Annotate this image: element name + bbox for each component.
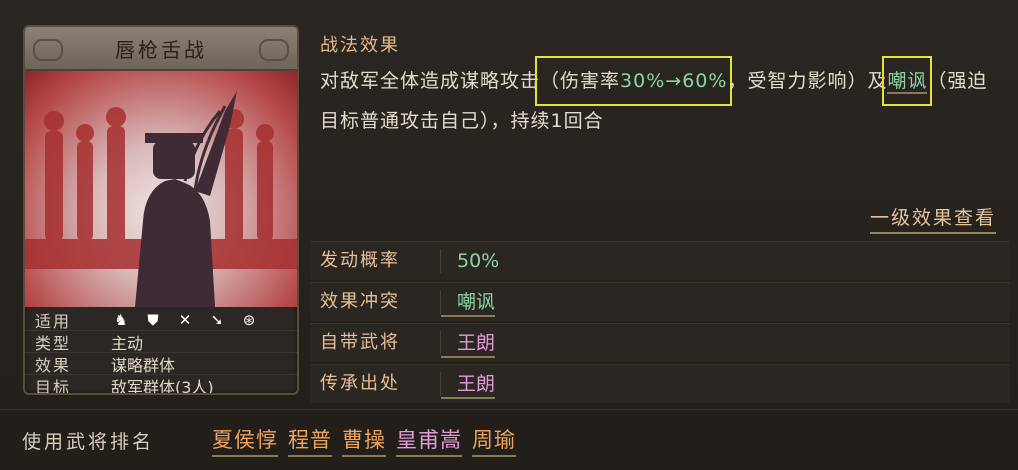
target-value: 敌军群体(3人) — [111, 377, 214, 395]
status-highlight: 嘲讽 — [882, 56, 933, 106]
card-title: 唇枪舌战 — [115, 37, 207, 62]
stats-table: 发动概率 50% 效果冲突 嘲讽 自带武将 王朗 传承出处 王朗 — [310, 241, 1010, 405]
status-link[interactable]: 嘲讽 — [887, 70, 928, 94]
type-label: 类型 — [35, 333, 72, 353]
conflict-link[interactable]: 嘲讽 — [441, 287, 496, 317]
target-row: 目标 敌军群体(3人) — [25, 375, 297, 395]
shield-icon: ⛊ — [147, 310, 159, 329]
effect-value: 谋略群体 — [111, 355, 176, 375]
card-title-bar: 唇枪舌战 — [25, 27, 297, 71]
spear-icon: ➘ — [210, 310, 224, 329]
ranking-label: 使用武将排名 — [22, 430, 155, 453]
desc-text-1: 对敌军全体造成谋略攻击 — [320, 70, 541, 92]
inherit-source-link[interactable]: 王朗 — [441, 369, 496, 399]
general-link[interactable]: 曹操 — [342, 424, 386, 457]
ornament-icon — [259, 39, 289, 61]
stat-label: 效果冲突 — [310, 290, 441, 314]
effect-row: 效果 谋略群体 — [25, 353, 297, 375]
trigger-rate-value: 50% — [457, 250, 500, 272]
tactic-artwork — [25, 71, 297, 307]
effect-label: 效果 — [35, 355, 72, 375]
wheel-icon: ⊛ — [242, 310, 256, 329]
cavalry-icon: ♞ — [114, 310, 128, 329]
type-value: 主动 — [111, 333, 144, 353]
general-link[interactable]: 夏侯惇 — [212, 424, 278, 457]
stat-label: 发动概率 — [310, 249, 441, 273]
stat-label: 传承出处 — [310, 372, 441, 396]
tactic-description: 对敌军全体造成谋略攻击（伤害率30%→60%，受智力影响）及嘲讽（强迫目标普通攻… — [320, 56, 1000, 141]
section-title: 战法效果 — [320, 35, 400, 56]
tactic-info-panel: 战法效果 对敌军全体造成谋略攻击（伤害率30%→60%，受智力影响）及嘲讽（强迫… — [310, 25, 1010, 403]
damage-label: 伤害率 — [560, 70, 621, 92]
bow-icon: ✕ — [178, 310, 192, 329]
unit-type-icons: ♞ ⛊ ✕ ➘ ⊛ — [97, 310, 259, 330]
effect-conflict-row: 效果冲突 嘲讽 — [310, 282, 1010, 321]
type-row: 类型 主动 — [25, 331, 297, 353]
damage-value: 30%→60% — [620, 70, 728, 92]
general-link[interactable]: 程普 — [288, 424, 332, 457]
ornament-icon — [33, 39, 63, 61]
native-general-link[interactable]: 王朗 — [441, 328, 496, 358]
card-info: 适用 ♞ ⛊ ✕ ➘ ⊛ 类型 主动 效果 谋略群体 目标 敌军群体(3人) — [25, 309, 297, 395]
general-link[interactable]: 周瑜 — [472, 424, 516, 457]
applies-row: 适用 ♞ ⛊ ✕ ➘ ⊛ — [25, 309, 297, 331]
general-link[interactable]: 皇甫嵩 — [396, 424, 462, 457]
target-label: 目标 — [35, 377, 72, 395]
inherit-source-row: 传承出处 王朗 — [310, 364, 1010, 403]
stat-label: 自带武将 — [310, 331, 441, 355]
applies-label: 适用 — [35, 311, 72, 331]
level-effect-link[interactable]: 一级效果查看 — [869, 203, 996, 234]
tactic-card: 唇枪舌战 适用 ♞ ⛊ ✕ ➘ ⊛ 类型 主动 效果 谋略群体 目标 敌军群体(… — [23, 25, 299, 395]
damage-highlight: （伤害率30%→60% — [535, 56, 733, 106]
general-ranking-bar: 使用武将排名 夏侯惇 程普 曹操 皇甫嵩 周瑜 — [0, 409, 1018, 470]
desc-text-2: ，受智力影响）及 — [727, 70, 888, 92]
native-general-row: 自带武将 王朗 — [310, 323, 1010, 362]
trigger-rate-row: 发动概率 50% — [310, 241, 1010, 280]
tactic-detail-panel: 唇枪舌战 适用 ♞ ⛊ ✕ ➘ ⊛ 类型 主动 效果 谋略群体 目标 敌军群体(… — [0, 0, 1018, 470]
paren-open: （ — [540, 70, 561, 92]
